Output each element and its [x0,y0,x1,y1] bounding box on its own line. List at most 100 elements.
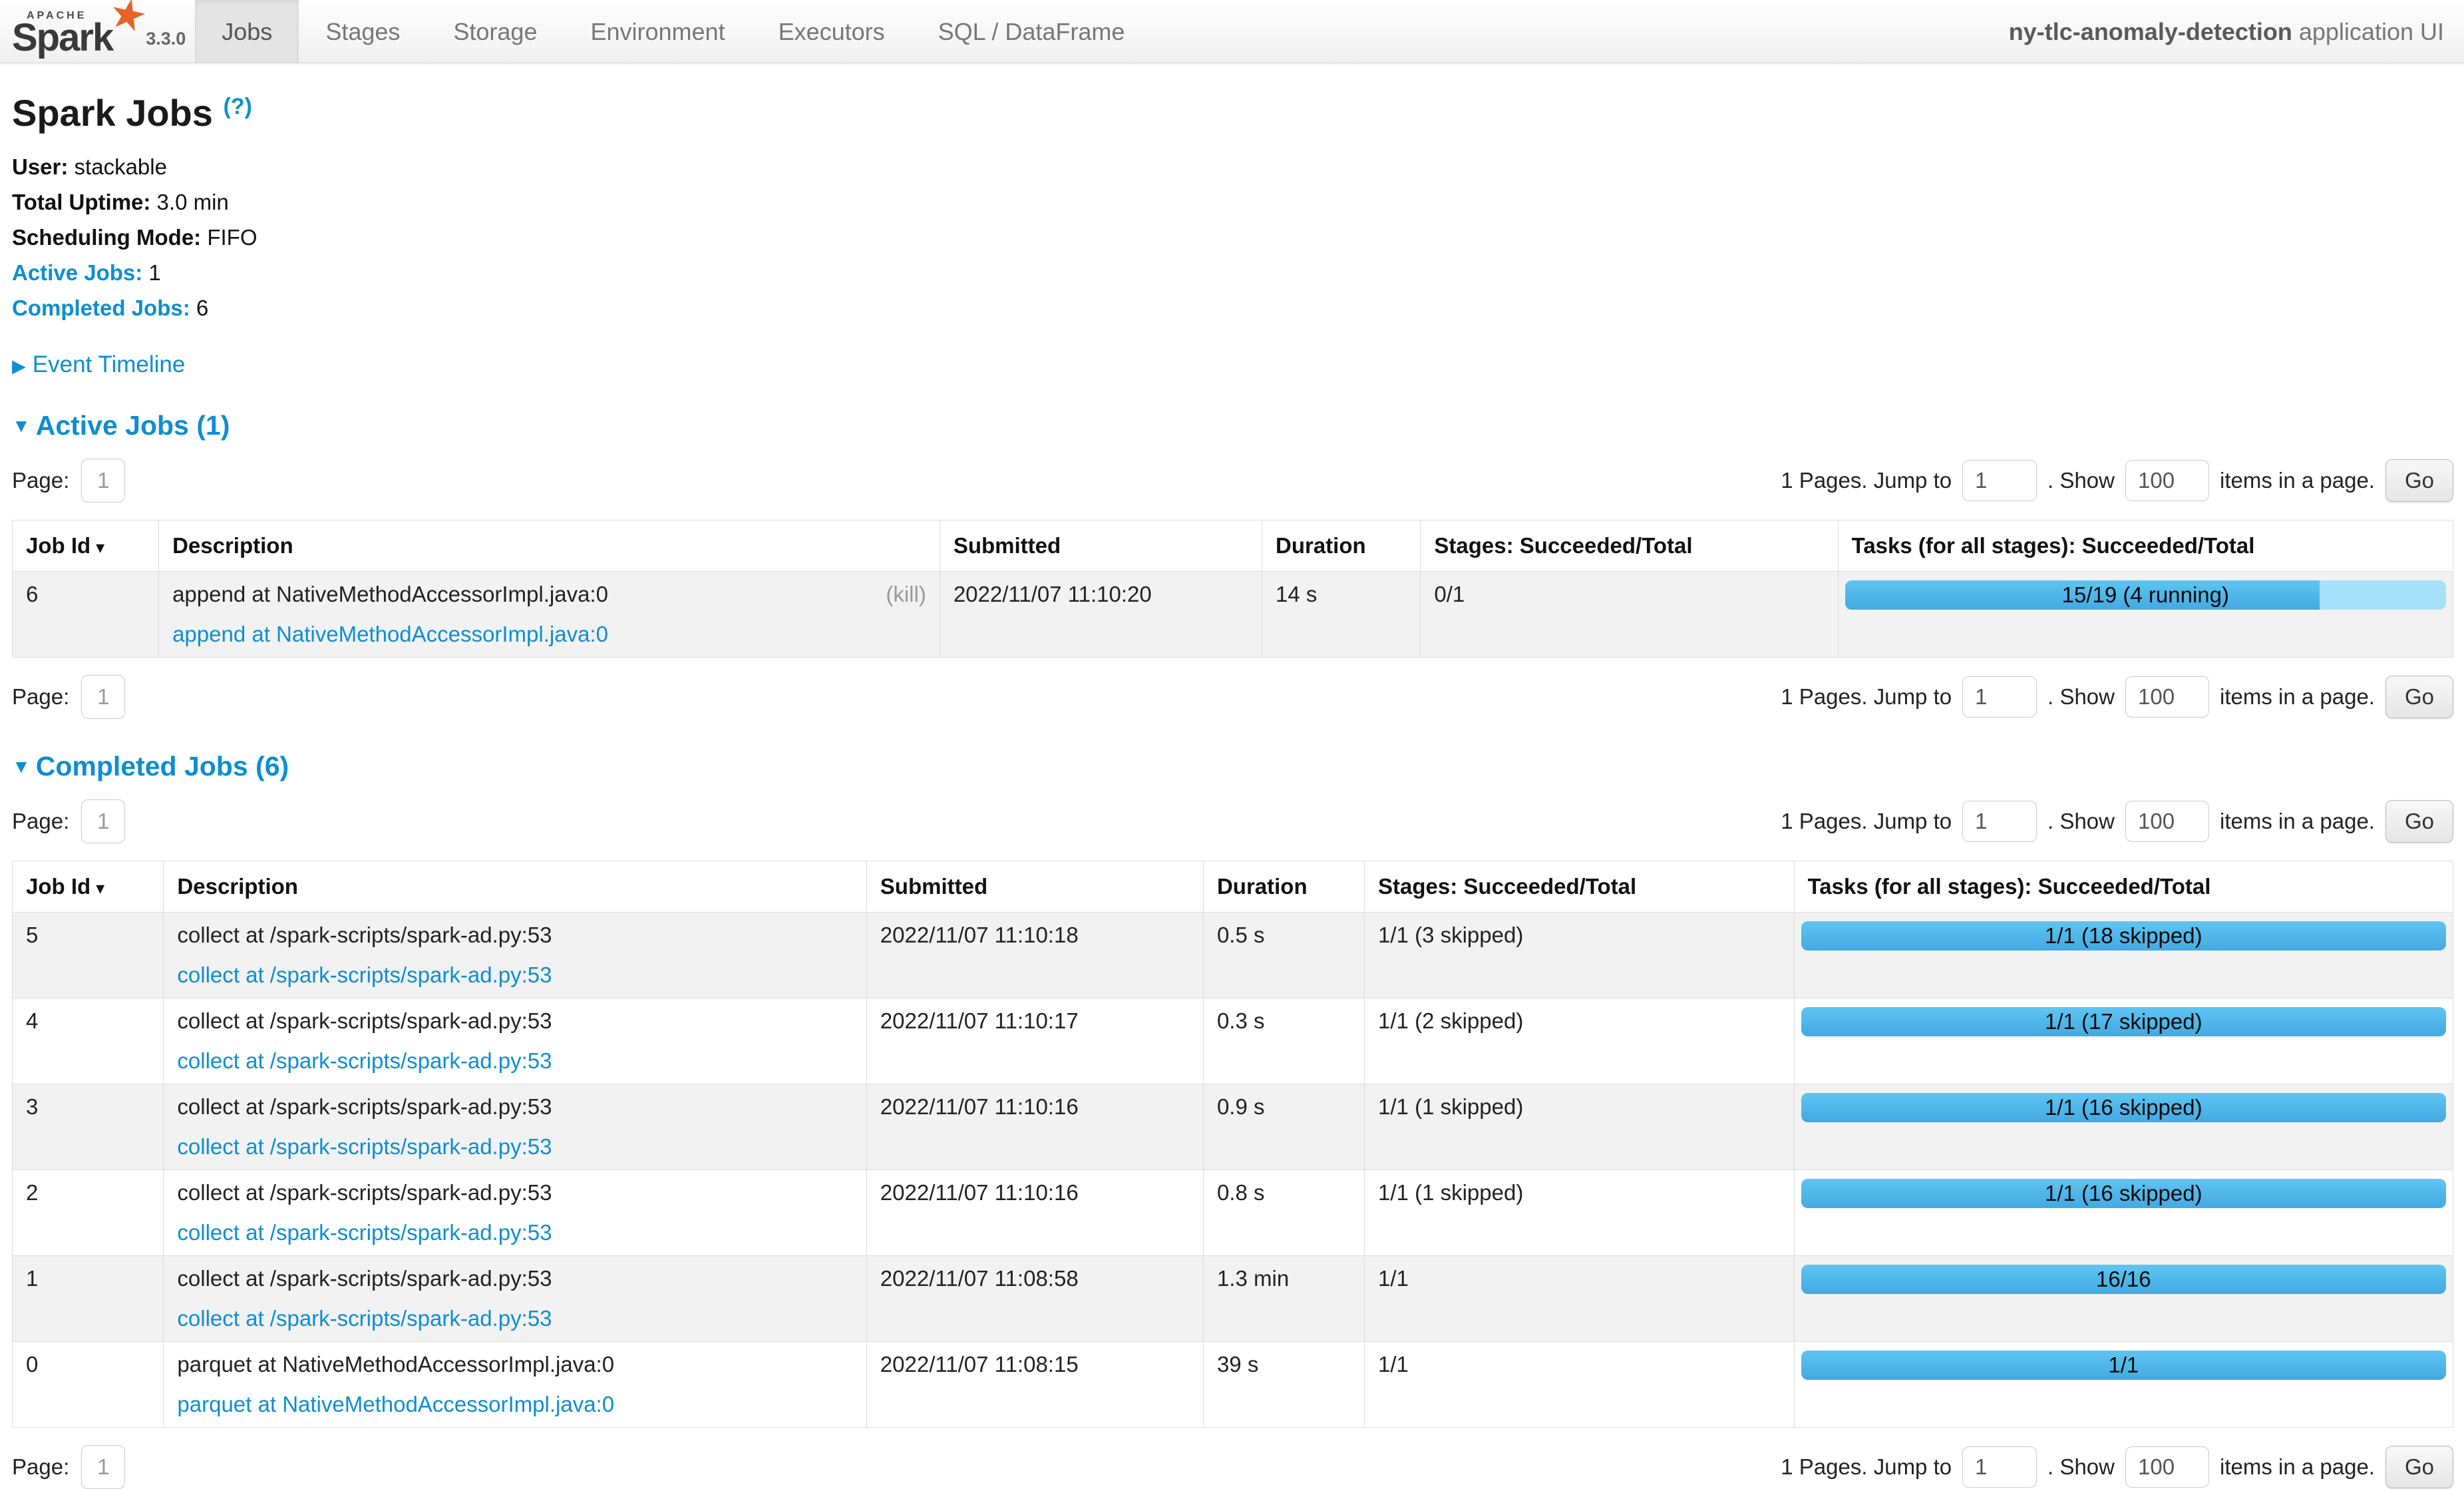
items-per-page-input[interactable] [2125,460,2209,501]
duration-cell: 0.8 s [1203,1170,1364,1256]
column-header[interactable]: Stages: Succeeded/Total [1365,861,1795,913]
job-detail-link[interactable]: collect at /spark-scripts/spark-ad.py:53 [177,1306,552,1331]
pagination-row: Page: 1 Pages. Jump to . Show items in a… [12,675,2453,719]
description-cell: collect at /spark-scripts/spark-ad.py:53… [164,1170,866,1256]
summary-label[interactable]: Completed Jobs: [12,296,190,320]
job-description-text: append at NativeMethodAccessorImpl.java:… [172,582,608,607]
column-header[interactable]: Duration [1203,861,1364,913]
column-header[interactable]: Job Id▾ [13,861,164,913]
submitted-cell: 2022/11/07 11:10:16 [866,1170,1203,1256]
tasks-progress-bar: 1/1 [1801,1351,2446,1380]
jump-to-page-input[interactable] [1962,1446,2037,1488]
pages-jump-text: 1 Pages. Jump to [1781,1454,1952,1480]
kill-link[interactable]: (kill) [886,582,926,607]
active-jobs-heading[interactable]: ▼Active Jobs (1) [12,410,2453,441]
duration-cell: 39 s [1203,1342,1364,1428]
completed-jobs-heading[interactable]: ▼Completed Jobs (6) [12,751,2453,782]
job-detail-link[interactable]: parquet at NativeMethodAccessorImpl.java… [177,1392,614,1417]
show-text: . Show [2047,809,2115,834]
column-header[interactable]: Duration [1262,521,1421,572]
items-per-page-input[interactable] [2125,801,2209,842]
job-detail-link[interactable]: collect at /spark-scripts/spark-ad.py:53 [177,1220,552,1245]
collapse-down-arrow-icon: ▼ [12,756,31,777]
tab-stages[interactable]: Stages [299,0,427,63]
pagination-row: Page: 1 Pages. Jump to . Show items in a… [12,459,2453,503]
application-name: ny-tlc-anomaly-detection [2009,18,2292,45]
application-ui-suffix: application UI [2292,18,2444,45]
items-text: items in a page. [2220,1454,2375,1480]
job-description-text: parquet at NativeMethodAccessorImpl.java… [177,1352,614,1377]
description-cell: collect at /spark-scripts/spark-ad.py:53… [164,1084,866,1170]
summary-value: FIFO [201,225,257,250]
progress-label: 1/1 (18 skipped) [1801,921,2446,951]
tasks-cell: 1/1 [1794,1342,2453,1428]
show-text: . Show [2047,684,2115,710]
page-number-input[interactable] [81,799,125,843]
spark-star-icon: ★ [105,0,151,39]
help-link[interactable]: (?) [223,94,252,119]
pages-jump-text: 1 Pages. Jump to [1781,809,1952,834]
completed-jobs-pagination-top: Page: 1 Pages. Jump to . Show items in a… [12,799,2453,843]
summary-item: User: stackable [12,154,2453,180]
job-description-text: collect at /spark-scripts/spark-ad.py:53 [177,1008,552,1034]
description-cell: parquet at NativeMethodAccessorImpl.java… [164,1342,866,1428]
tasks-cell: 1/1 (18 skipped) [1794,913,2453,998]
page-number-input[interactable] [81,459,125,503]
duration-cell: 0.5 s [1203,913,1364,998]
items-per-page-input[interactable] [2125,676,2209,718]
top-navbar: APACHESpark★ 3.3.0 JobsStagesStorageEnvi… [0,0,2464,63]
stages-cell: 1/1 [1365,1342,1795,1428]
jump-to-page-input[interactable] [1962,460,2037,501]
tab-environment[interactable]: Environment [564,0,751,63]
summary-item: Scheduling Mode: FIFO [12,225,2453,250]
progress-label: 1/1 (17 skipped) [1801,1007,2446,1036]
column-header[interactable]: Description [164,861,866,913]
job-id-cell: 3 [13,1084,164,1170]
go-button[interactable]: Go [2385,676,2453,718]
column-header[interactable]: Stages: Succeeded/Total [1421,521,1838,572]
progress-label: 15/19 (4 running) [1845,580,2446,610]
job-detail-link[interactable]: collect at /spark-scripts/spark-ad.py:53 [177,962,552,988]
page-label: Page: [12,684,69,710]
page-number-input[interactable] [81,1445,125,1489]
jump-to-page-input[interactable] [1962,801,2037,842]
pages-jump-text: 1 Pages. Jump to [1781,468,1952,493]
column-header[interactable]: Job Id▾ [13,521,159,572]
go-button[interactable]: Go [2385,800,2453,843]
tab-executors[interactable]: Executors [752,0,912,63]
description-cell: collect at /spark-scripts/spark-ad.py:53… [164,998,866,1084]
items-text: items in a page. [2220,684,2375,710]
job-detail-link[interactable]: collect at /spark-scripts/spark-ad.py:53 [177,1048,552,1074]
tasks-cell: 16/16 [1794,1256,2453,1342]
stages-cell: 1/1 (1 skipped) [1365,1170,1795,1256]
active-jobs-pagination-bottom: Page: 1 Pages. Jump to . Show items in a… [12,675,2453,719]
summary-label[interactable]: Active Jobs: [12,260,142,285]
job-row: 3 collect at /spark-scripts/spark-ad.py:… [13,1084,2453,1170]
event-timeline-toggle[interactable]: ▶Event Timeline [12,351,2453,378]
column-header[interactable]: Tasks (for all stages): Succeeded/Total [1838,521,2453,572]
job-detail-link[interactable]: append at NativeMethodAccessorImpl.java:… [172,622,608,647]
stages-cell: 0/1 [1421,572,1838,658]
column-header[interactable]: Tasks (for all stages): Succeeded/Total [1794,861,2453,913]
active-jobs-table: Job Id▾ Description Submitted Duration S… [12,520,2453,658]
items-per-page-input[interactable] [2125,1446,2209,1488]
job-row: 6 append at NativeMethodAccessorImpl.jav… [13,572,2453,658]
event-timeline-label: Event Timeline [33,351,186,377]
description-cell: collect at /spark-scripts/spark-ad.py:53… [164,1256,866,1342]
progress-label: 1/1 (16 skipped) [1801,1093,2446,1122]
stages-cell: 1/1 (1 skipped) [1365,1084,1795,1170]
tab-sql-dataframe[interactable]: SQL / DataFrame [912,0,1152,63]
go-button[interactable]: Go [2385,1446,2453,1488]
sort-desc-icon: ▾ [96,537,104,557]
job-detail-link[interactable]: collect at /spark-scripts/spark-ad.py:53 [177,1134,552,1160]
page-number-input[interactable] [81,675,125,719]
column-header[interactable]: Description [159,521,940,572]
tab-jobs[interactable]: Jobs [195,0,299,63]
summary-value: 3.0 min [150,190,228,214]
jump-to-page-input[interactable] [1962,676,2037,718]
go-button[interactable]: Go [2385,459,2453,502]
column-header[interactable]: Submitted [940,521,1262,572]
tab-storage[interactable]: Storage [427,0,564,63]
page-label: Page: [12,468,69,493]
column-header[interactable]: Submitted [866,861,1203,913]
